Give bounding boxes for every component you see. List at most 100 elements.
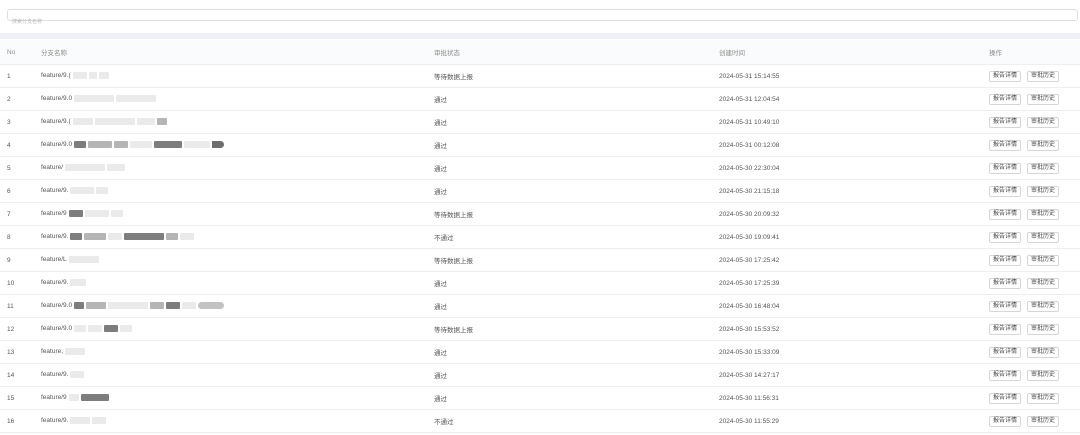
search-input[interactable] xyxy=(8,17,1080,27)
approval-history-button[interactable]: 审批历史 xyxy=(1027,369,1060,381)
report-details-button[interactable]: 报告详情 xyxy=(989,93,1022,105)
approval-history-button[interactable]: 审批历史 xyxy=(1027,116,1060,128)
report-details-button[interactable]: 报告详情 xyxy=(989,323,1022,335)
redaction-mark xyxy=(84,233,107,241)
redaction-mark xyxy=(198,302,225,310)
row-no: 10 xyxy=(0,271,41,295)
table-row: 15 feature/9 通过 2024-05-30 11:56:31 报告详情 审批历史 xyxy=(0,386,1080,410)
row-actions: 报告详情 审批历史 xyxy=(989,271,1080,295)
approval-history-button[interactable]: 审批历史 xyxy=(1027,346,1060,358)
table-row: 2 feature/9.0 通过 2024-05-31 12:04:54 报告详情 审批历… xyxy=(0,87,1080,111)
approval-status: 通过 xyxy=(434,340,719,364)
created-time: 2024-05-31 10:49:10 xyxy=(719,110,989,134)
redaction-mark xyxy=(86,302,107,310)
branch-name: feature/ xyxy=(41,164,64,172)
table-row: 8 feature/9. 不通过 2024-05-30 19:09:41 报告详情 审批历… xyxy=(0,225,1080,249)
redaction-mark xyxy=(108,302,149,310)
created-time: 2024-05-30 15:53:52 xyxy=(719,317,989,341)
branch-name: feature/9. xyxy=(41,279,69,287)
created-time: 2024-05-31 00:12:08 xyxy=(719,133,989,157)
row-name-cell: feature/9. xyxy=(41,409,434,433)
redaction-mark xyxy=(74,302,85,310)
search-box[interactable] xyxy=(7,9,1080,27)
row-name-cell: feature/9. xyxy=(41,271,434,295)
created-time: 2024-05-30 22:30:04 xyxy=(719,156,989,180)
redaction-mark xyxy=(74,95,115,103)
report-details-button[interactable]: 报告详情 xyxy=(989,139,1022,151)
report-details-button[interactable]: 报告详情 xyxy=(989,254,1022,266)
branch-name: feature/9.0 xyxy=(41,141,73,149)
report-details-button[interactable]: 报告详情 xyxy=(989,231,1022,243)
row-actions: 报告详情 审批历史 xyxy=(989,294,1080,318)
approval-history-button[interactable]: 审批历史 xyxy=(1027,300,1060,312)
report-details-button[interactable]: 报告详情 xyxy=(989,369,1022,381)
row-actions: 报告详情 审批历史 xyxy=(989,202,1080,226)
redaction-mark xyxy=(74,325,87,333)
report-details-button[interactable]: 报告详情 xyxy=(989,162,1022,174)
created-time: 2024-05-30 14:27:17 xyxy=(719,363,989,387)
report-details-button[interactable]: 报告详情 xyxy=(989,346,1022,358)
redaction-mark xyxy=(84,210,109,218)
approval-history-button[interactable]: 审批历史 xyxy=(1027,93,1060,105)
approval-history-button[interactable]: 审批历史 xyxy=(1027,139,1060,151)
created-time: 2024-05-31 12:04:54 xyxy=(719,87,989,111)
table-row: 10 feature/9. 通过 2024-05-30 17:25:39 报告详情 审批历… xyxy=(0,271,1080,295)
report-details-button[interactable]: 报告详情 xyxy=(989,208,1022,220)
table-row: 1 feature/9.(等待数据上报 2024-05-31 15:14:55 报告详… xyxy=(0,64,1080,88)
approval-status: 通过 xyxy=(434,386,719,410)
created-time: 2024-05-30 16:48:04 xyxy=(719,294,989,318)
row-name-cell: feature/9. xyxy=(41,179,434,203)
redaction-mark xyxy=(98,72,109,80)
redaction-mark xyxy=(108,233,123,241)
approval-status: 等待数据上报 xyxy=(434,202,719,226)
row-name-cell: feature/9 xyxy=(41,202,434,226)
report-details-button[interactable]: 报告详情 xyxy=(989,70,1022,82)
report-details-button[interactable]: 报告详情 xyxy=(989,277,1022,289)
approval-history-button[interactable]: 审批历史 xyxy=(1027,185,1060,197)
redaction-mark xyxy=(96,187,109,195)
row-name-cell: feature/9.0 xyxy=(41,87,434,111)
approval-history-button[interactable]: 审批历史 xyxy=(1027,415,1060,427)
report-details-button[interactable]: 报告详情 xyxy=(989,300,1022,312)
approval-history-button[interactable]: 审批历史 xyxy=(1027,208,1060,220)
approval-status: 通过 xyxy=(434,110,719,134)
redaction-mark xyxy=(114,141,129,149)
approval-history-button[interactable]: 审批历史 xyxy=(1027,231,1060,243)
approval-status: 不通过 xyxy=(434,409,719,433)
created-time: 2024-05-30 17:25:39 xyxy=(719,271,989,295)
redaction-mark xyxy=(74,141,87,149)
report-details-button[interactable]: 报告详情 xyxy=(989,116,1022,128)
redaction-mark xyxy=(124,233,165,241)
row-no: 11 xyxy=(0,294,41,318)
report-details-button[interactable]: 报告详情 xyxy=(989,392,1022,404)
approval-status: 等待数据上报 xyxy=(434,248,719,272)
approval-history-button[interactable]: 审批历史 xyxy=(1027,254,1060,266)
row-name-cell: feature/L xyxy=(41,248,434,272)
redaction-mark xyxy=(68,210,83,218)
approval-history-button[interactable]: 审批历史 xyxy=(1027,277,1060,289)
row-name-cell: feature/9.( xyxy=(41,110,434,134)
row-actions: 报告详情 审批历史 xyxy=(989,363,1080,387)
row-actions: 报告详情 审批历史 xyxy=(989,110,1080,134)
row-name-cell: feature/9.0 xyxy=(41,317,434,341)
redaction-mark xyxy=(88,325,103,333)
row-actions: 报告详情 审批历史 xyxy=(989,156,1080,180)
table-row: 11 feature/9.0 通过 2024-05-30 16:48:04 报告详情 审批… xyxy=(0,294,1080,318)
redaction-mark xyxy=(72,118,93,126)
created-time: 2024-05-30 21:15:18 xyxy=(719,179,989,203)
row-no: 5 xyxy=(0,156,41,180)
created-time: 2024-05-30 17:25:42 xyxy=(719,248,989,272)
report-details-button[interactable]: 报告详情 xyxy=(989,415,1022,427)
header-ops: 操作 xyxy=(989,40,1080,65)
report-details-button[interactable]: 报告详情 xyxy=(989,185,1022,197)
approval-history-button[interactable]: 审批历史 xyxy=(1027,162,1060,174)
approval-history-button[interactable]: 审批历史 xyxy=(1027,392,1060,404)
approval-history-button[interactable]: 审批历史 xyxy=(1027,70,1060,82)
redaction-mark xyxy=(110,210,123,218)
approval-status: 通过 xyxy=(434,87,719,111)
approval-status: 等待数据上报 xyxy=(434,64,719,88)
row-actions: 报告详情 审批历史 xyxy=(989,225,1080,249)
approval-history-button[interactable]: 审批历史 xyxy=(1027,323,1060,335)
redaction-mark xyxy=(116,95,157,103)
redaction-mark xyxy=(92,417,107,425)
